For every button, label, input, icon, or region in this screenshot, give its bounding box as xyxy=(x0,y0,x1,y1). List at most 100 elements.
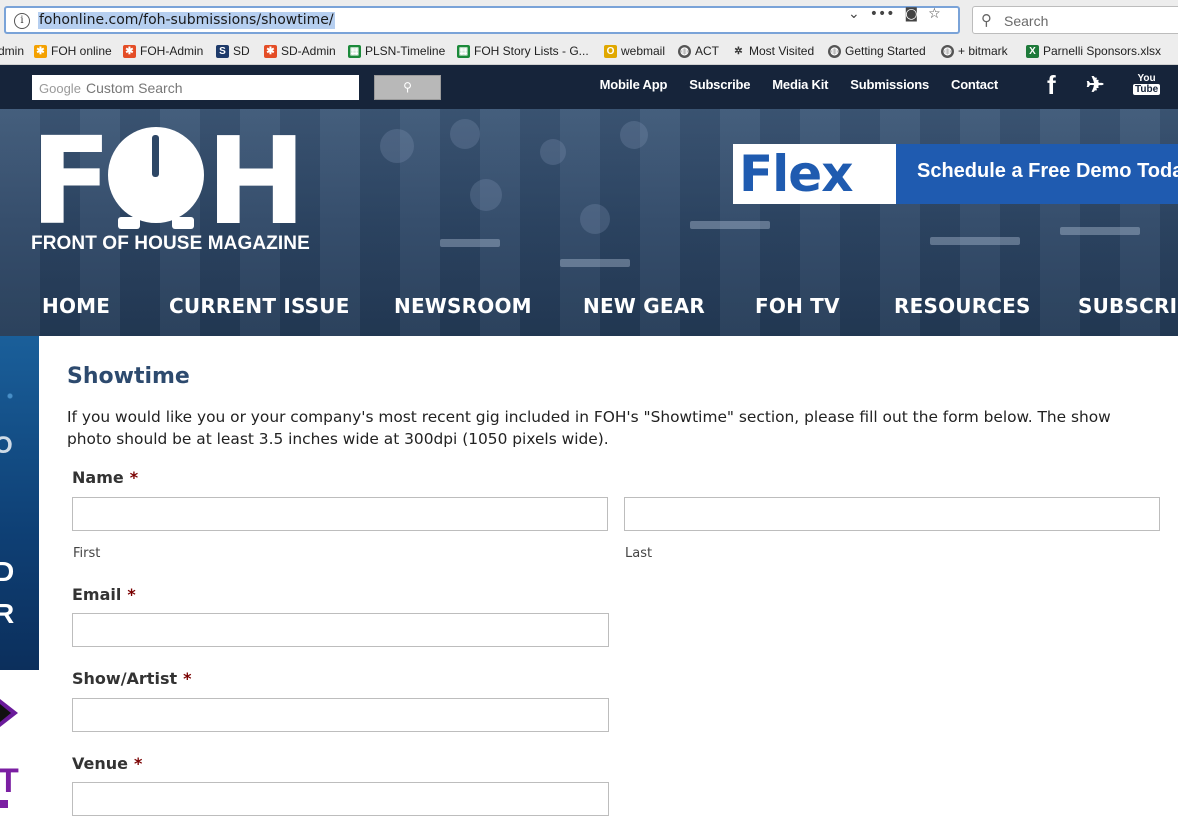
logo-tagline: FRONT OF HOUSE MAGAZINE xyxy=(31,233,310,254)
venue-input[interactable] xyxy=(72,782,609,816)
bookmark-item[interactable]: ◍ + bitmark xyxy=(941,44,1008,58)
nav-new-gear[interactable]: NEW GEAR xyxy=(583,294,705,318)
bookmark-star-icon[interactable]: ☆ xyxy=(928,6,941,22)
url-actions: ⌄ ••• ◙ ☆ xyxy=(848,4,941,24)
nav-subscribe[interactable]: SUBSCRIB xyxy=(1078,294,1178,318)
required-marker: * xyxy=(183,669,192,688)
site-search-button[interactable]: ⚲ xyxy=(374,75,441,100)
mixer-fader-decoration xyxy=(560,259,630,267)
top-link-submissions[interactable]: Submissions xyxy=(850,77,929,92)
show-artist-input[interactable] xyxy=(72,698,609,732)
mixer-fader-decoration xyxy=(440,239,500,247)
info-icon[interactable]: i xyxy=(14,13,30,29)
last-sublabel: Last xyxy=(625,546,653,561)
facebook-icon[interactable]: f xyxy=(1047,70,1056,101)
bookmark-item[interactable]: ✲ Most Visited xyxy=(732,44,814,58)
bookmark-item[interactable]: ◍ ACT xyxy=(678,44,719,58)
flex-ad-logo-box: Flex xyxy=(733,144,896,204)
twitter-icon[interactable]: ✈ xyxy=(1086,72,1104,98)
mixer-fader-decoration xyxy=(1060,227,1140,235)
google-brand: Google xyxy=(39,81,81,96)
bookmark-item[interactable]: ▦ FOH Story Lists - G... xyxy=(457,44,589,58)
bookmark-item[interactable]: dmin xyxy=(0,44,24,58)
sheets-icon: ▦ xyxy=(348,44,361,58)
joomla-icon: ✱ xyxy=(123,44,136,58)
sheets-icon: ▦ xyxy=(457,44,470,58)
show-artist-label: Show/Artist * xyxy=(72,669,191,688)
top-link-media-kit[interactable]: Media Kit xyxy=(772,77,828,92)
mixer-knob-decoration xyxy=(380,129,414,163)
nav-home[interactable]: HOME xyxy=(42,294,110,318)
top-links: Mobile App Subscribe Media Kit Submissio… xyxy=(578,77,999,92)
email-label: Email * xyxy=(72,585,136,604)
sidebar-ad[interactable]: O D R xyxy=(0,336,39,670)
globe-icon: ◍ xyxy=(828,44,841,58)
logo-letter-f: F xyxy=(30,113,112,252)
first-name-input[interactable] xyxy=(72,497,608,531)
venue-label-text: Venue xyxy=(72,754,128,773)
bookmark-label: dmin xyxy=(0,44,25,58)
page-title: Showtime xyxy=(67,364,190,389)
youtube-label-top: You xyxy=(1137,73,1156,84)
required-marker: * xyxy=(129,468,139,487)
bookmark-label: + bitmark xyxy=(958,44,1008,58)
nav-resources[interactable]: RESOURCES xyxy=(894,294,1031,318)
nav-newsroom[interactable]: NEWSROOM xyxy=(394,294,532,318)
sidebar-ad-text: R xyxy=(0,598,15,629)
more-actions-icon[interactable]: ••• xyxy=(870,6,895,22)
bookmark-item[interactable]: ✱ FOH online xyxy=(34,44,112,58)
youtube-icon[interactable]: You Tube xyxy=(1133,73,1161,95)
pocket-icon[interactable]: ◙ xyxy=(905,6,919,22)
browser-search-placeholder: Search xyxy=(1004,13,1049,29)
bookmark-label: Most Visited xyxy=(749,44,815,58)
bookmark-item[interactable]: ✱ SD-Admin xyxy=(264,44,336,58)
bookmark-label: FOH Story Lists - G... xyxy=(474,44,589,58)
flex-ad-text: Schedule a Free Demo Today xyxy=(917,160,1178,182)
last-name-input[interactable] xyxy=(624,497,1160,531)
show-artist-label-text: Show/Artist xyxy=(72,669,178,688)
bookmark-label: FOH-Admin xyxy=(140,44,204,58)
browser-search-box[interactable]: ⚲ Search xyxy=(972,6,1178,34)
first-sublabel: First xyxy=(73,546,101,561)
bookmark-item[interactable]: ▦ PLSN-Timeline xyxy=(348,44,445,58)
bookmark-item[interactable]: X Parnelli Sponsors.xlsx xyxy=(1026,44,1161,58)
main-nav: HOME CURRENT ISSUE NEWSROOM NEW GEAR FOH… xyxy=(0,294,1178,320)
sidebar-ad-2-text: T xyxy=(0,762,19,800)
bookmark-label: SD-Admin xyxy=(281,44,336,58)
name-label-text: Name xyxy=(72,468,124,487)
top-link-contact[interactable]: Contact xyxy=(951,77,998,92)
top-link-subscribe[interactable]: Subscribe xyxy=(689,77,750,92)
sidebar-ad-text: D xyxy=(0,556,15,587)
nav-current-issue[interactable]: CURRENT ISSUE xyxy=(169,294,350,318)
youtube-label-bottom: Tube xyxy=(1133,84,1161,95)
bookmark-label: Parnelli Sponsors.xlsx xyxy=(1043,44,1162,58)
url-text[interactable]: fohonline.com/foh-submissions/showtime/ xyxy=(38,12,335,29)
search-icon: ⚲ xyxy=(981,11,992,29)
bookmark-item[interactable]: S SD xyxy=(216,44,250,58)
gear-icon: ✲ xyxy=(734,45,743,57)
site-top-bar: Google Custom Search ⚲ Mobile App Subscr… xyxy=(0,65,1178,109)
bookmark-label: PLSN-Timeline xyxy=(365,44,446,58)
sidebar-ad-2[interactable]: T xyxy=(0,690,39,814)
mixer-knob-decoration xyxy=(470,179,502,211)
bookmarks-bar: dmin ✱ FOH online ✱ FOH-Admin S SD ✱ SD-Admi… xyxy=(0,40,1178,65)
site-search-placeholder: Custom Search xyxy=(86,80,183,96)
url-bar[interactable]: i fohonline.com/foh-submissions/showtime… xyxy=(4,6,960,34)
flex-ad-banner[interactable]: Flex Schedule a Free Demo Today xyxy=(733,144,1178,204)
mixer-knob-decoration xyxy=(540,139,566,165)
venue-label: Venue * xyxy=(72,754,142,773)
globe-icon: ◍ xyxy=(678,44,691,58)
sd-icon: S xyxy=(216,44,229,58)
site-search-input[interactable]: Google Custom Search xyxy=(32,75,359,100)
nav-foh-tv[interactable]: FOH TV xyxy=(755,294,840,318)
globe-icon: ◍ xyxy=(941,44,954,58)
chevron-down-icon[interactable]: ⌄ xyxy=(848,6,860,22)
bookmark-item[interactable]: ✱ FOH-Admin xyxy=(123,44,203,58)
bookmark-item[interactable]: Owebmail xyxy=(604,44,665,58)
name-label: Name * xyxy=(72,468,138,487)
bookmark-item[interactable]: ◍ Getting Started xyxy=(828,44,926,58)
joomla-icon: ✱ xyxy=(34,44,47,58)
mixer-fader-decoration xyxy=(690,221,770,229)
email-input[interactable] xyxy=(72,613,609,647)
top-link-mobile-app[interactable]: Mobile App xyxy=(600,77,668,92)
